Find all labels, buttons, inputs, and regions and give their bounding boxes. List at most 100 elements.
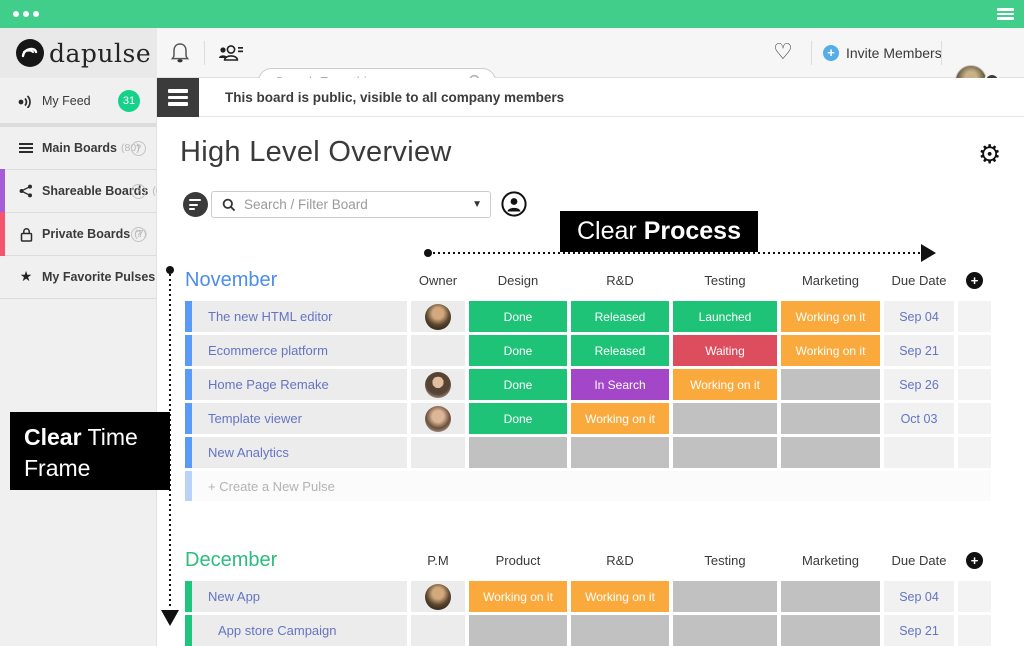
owner-cell[interactable] [411, 437, 465, 468]
status-cell[interactable]: Done [469, 335, 567, 366]
status-cell[interactable] [781, 615, 880, 646]
status-cell[interactable]: Working on it [571, 403, 669, 434]
sidebar-item-main-boards[interactable]: Main Boards (80) ? [0, 127, 156, 170]
pulse-name-cell[interactable]: Home Page Remake [185, 369, 407, 400]
status-cell[interactable]: Done [469, 403, 567, 434]
column-header: R&D [571, 273, 669, 288]
status-cell[interactable] [673, 581, 777, 612]
column-header: Design [469, 273, 567, 288]
status-cell[interactable]: Launched [673, 301, 777, 332]
filter-by-person-icon[interactable] [501, 191, 527, 217]
status-cell[interactable] [469, 615, 567, 646]
pulse-name-cell[interactable]: New Analytics [185, 437, 407, 468]
empty-extra-cell[interactable] [958, 403, 991, 434]
status-cell[interactable]: Done [469, 369, 567, 400]
window-dots-icon[interactable] [13, 11, 39, 17]
status-cell[interactable]: Released [571, 335, 669, 366]
status-cell[interactable] [571, 437, 669, 468]
due-date-cell[interactable]: Sep 21 [884, 615, 954, 646]
plus-icon: + [823, 45, 839, 61]
owner-cell[interactable] [411, 369, 465, 400]
board-header-row: DecemberP.MProductR&DTestingMarketingDue… [185, 545, 995, 575]
sidebar-item-shareable-boards[interactable]: Shareable Boards (6) ? [0, 170, 156, 213]
status-cell[interactable] [673, 615, 777, 646]
filter-caret-icon[interactable]: ▼ [472, 199, 482, 210]
due-date-cell[interactable]: Sep 26 [884, 369, 954, 400]
due-date-cell[interactable] [884, 437, 954, 468]
sidebar-item-my-feed[interactable]: My Feed 31 [0, 78, 156, 127]
process-arrow-line [428, 252, 922, 254]
board-title[interactable]: November [185, 269, 407, 292]
due-date-cell[interactable]: Oct 03 [884, 403, 954, 434]
owner-cell[interactable] [411, 335, 465, 366]
table-row: New App Working on itWorking on it Sep 04 [185, 581, 995, 612]
header-divider [941, 41, 942, 65]
favorites-heart-icon[interactable]: ♡ [770, 28, 796, 78]
app-header: dapulse ♡ + Invite Members ▼ [0, 28, 1024, 78]
create-new-pulse-button[interactable]: + Create a New Pulse [185, 471, 991, 501]
board-filter-input[interactable] [244, 197, 466, 212]
private-accent-bar [0, 212, 5, 256]
add-user-icon[interactable] [217, 28, 245, 78]
owner-cell[interactable] [411, 615, 465, 646]
help-icon[interactable]: ? [131, 227, 146, 242]
owner-cell[interactable] [411, 581, 465, 612]
table-row: The new HTML editor DoneReleasedLaunchedW… [185, 301, 995, 332]
annotation-text: Clear Time Frame [24, 424, 138, 481]
empty-extra-cell[interactable] [958, 581, 991, 612]
status-cell[interactable]: Done [469, 301, 567, 332]
lock-icon [18, 226, 34, 242]
add-column-icon[interactable]: + [966, 272, 983, 289]
status-cell[interactable] [781, 437, 880, 468]
add-column-cell: + [958, 552, 991, 569]
status-cell[interactable] [673, 403, 777, 434]
status-cell[interactable] [673, 437, 777, 468]
status-cell[interactable]: Working on it [781, 335, 880, 366]
status-cell[interactable]: In Search [571, 369, 669, 400]
board-menu-icon[interactable] [157, 78, 199, 117]
status-cell[interactable] [469, 437, 567, 468]
pulse-name-cell[interactable]: Template viewer [185, 403, 407, 434]
status-cell[interactable]: Working on it [469, 581, 567, 612]
board-settings-gear-icon[interactable]: ⚙ [978, 142, 1001, 168]
sidebar-item-label: My Feed [42, 94, 91, 108]
status-cell[interactable]: Working on it [673, 369, 777, 400]
empty-extra-cell[interactable] [958, 369, 991, 400]
due-date-cell[interactable]: Sep 04 [884, 301, 954, 332]
sidebar-item-favorite-pulses[interactable]: ★ My Favorite Pulses (3) [0, 256, 156, 299]
owner-cell[interactable] [411, 301, 465, 332]
add-column-icon[interactable]: + [966, 552, 983, 569]
status-cell[interactable]: Waiting [673, 335, 777, 366]
help-icon[interactable]: ? [131, 184, 146, 199]
board-title[interactable]: December [185, 549, 407, 572]
status-cell[interactable]: Working on it [571, 581, 669, 612]
pulse-name-cell[interactable]: Ecommerce platform [185, 335, 407, 366]
empty-extra-cell[interactable] [958, 335, 991, 366]
due-date-cell[interactable]: Sep 21 [884, 335, 954, 366]
empty-extra-cell[interactable] [958, 437, 991, 468]
invite-members-button[interactable]: + Invite Members [823, 28, 942, 78]
logo[interactable]: dapulse [0, 28, 157, 78]
status-cell[interactable] [781, 369, 880, 400]
status-cell[interactable]: Released [571, 301, 669, 332]
pulse-name-cell[interactable]: The new HTML editor [185, 301, 407, 332]
column-header: Due Date [884, 553, 954, 568]
empty-extra-cell[interactable] [958, 301, 991, 332]
due-date-cell[interactable]: Sep 04 [884, 581, 954, 612]
pulse-name-cell[interactable]: App store Campaign [185, 615, 407, 646]
sidebar-item-private-boards[interactable]: Private Boards (7) ? [0, 213, 156, 256]
notifications-bell-icon[interactable] [168, 28, 192, 78]
header-divider [204, 41, 205, 65]
help-icon[interactable]: ? [131, 141, 146, 156]
collapse-filter-icon[interactable] [183, 192, 208, 217]
hamburger-icon[interactable] [997, 8, 1014, 20]
status-cell[interactable]: Working on it [781, 301, 880, 332]
status-cell[interactable] [781, 403, 880, 434]
empty-extra-cell[interactable] [958, 615, 991, 646]
logo-text: dapulse [49, 39, 151, 68]
board-header-row: NovemberOwnerDesignR&DTestingMarketingDu… [185, 265, 995, 295]
status-cell[interactable] [781, 581, 880, 612]
status-cell[interactable] [571, 615, 669, 646]
pulse-name-cell[interactable]: New App [185, 581, 407, 612]
owner-cell[interactable] [411, 403, 465, 434]
